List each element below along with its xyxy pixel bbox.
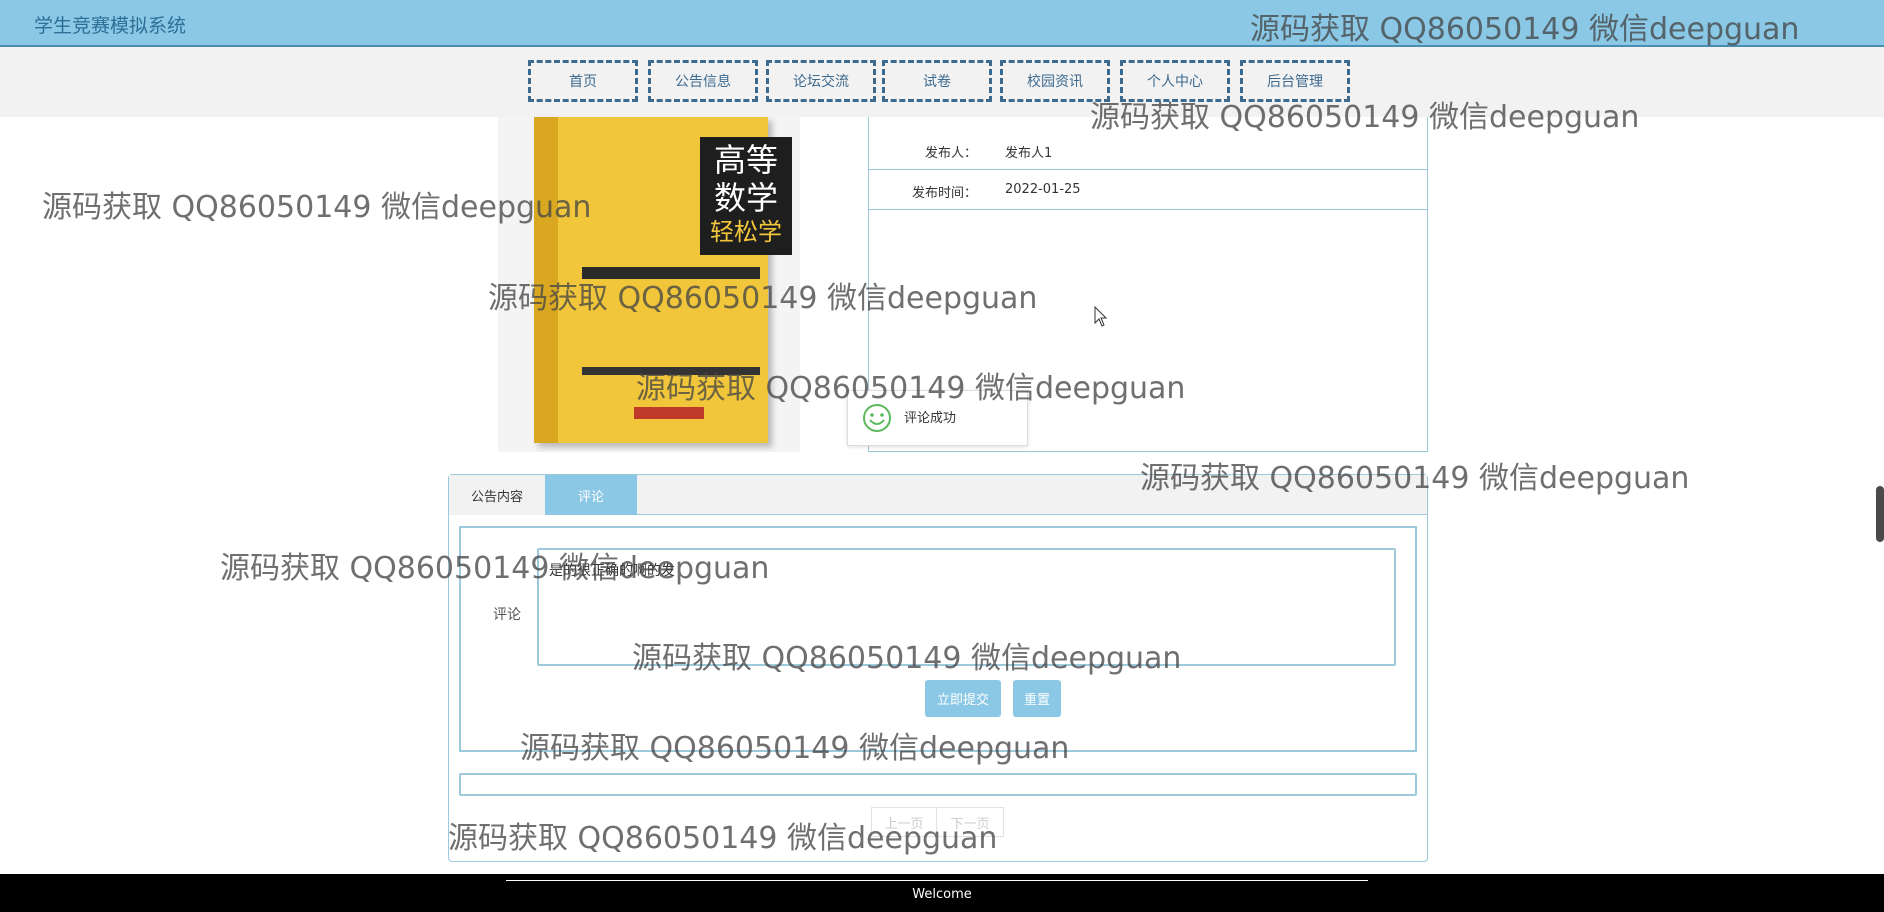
top-header-bar: 学生竞赛模拟系统 — [0, 0, 1884, 47]
content-tab-panel: 公告内容 评论 评论 是的很正确的啊的发 立即提交 重置 上一页 下一页 — [448, 474, 1428, 862]
nav-exam-papers[interactable]: 试卷 — [882, 60, 992, 102]
announcement-image: 高等 数学 轻松学 — [498, 117, 800, 452]
nav-campus-news[interactable]: 校园资讯 — [1000, 60, 1110, 102]
info-row-time: 发布时间： 2022-01-25 — [869, 170, 1427, 210]
submit-button[interactable]: 立即提交 — [925, 680, 1001, 717]
success-toast: 评论成功 — [847, 390, 1028, 446]
info-row-publisher: 发布人： 发布人1 — [869, 130, 1427, 170]
mouse-pointer-icon — [1094, 306, 1108, 327]
comment-list — [459, 773, 1417, 796]
nav-forum[interactable]: 论坛交流 — [766, 60, 876, 102]
comment-form: 评论 是的很正确的啊的发 立即提交 重置 — [459, 526, 1417, 752]
toast-message: 评论成功 — [904, 411, 957, 426]
app-title: 学生竞赛模拟系统 — [34, 15, 187, 37]
book-cover-title: 高等 数学 轻松学 — [700, 137, 792, 255]
next-page-button[interactable]: 下一页 — [936, 807, 1004, 837]
book-cover: 高等 数学 轻松学 — [534, 117, 792, 443]
tab-bar: 公告内容 评论 — [449, 475, 1427, 515]
page-footer: Welcome — [0, 874, 1884, 912]
footer-divider — [506, 880, 1368, 881]
comment-textarea[interactable]: 是的很正确的啊的发 — [537, 548, 1396, 666]
main-navigation: 首页 公告信息 论坛交流 试卷 校园资讯 个人中心 后台管理 — [0, 47, 1884, 117]
nav-admin[interactable]: 后台管理 — [1240, 60, 1350, 102]
book-title-line-1: 高等 — [713, 141, 778, 179]
book-publisher-logo — [634, 407, 704, 419]
publisher-value: 发布人1 — [1005, 146, 1053, 161]
book-strip — [582, 367, 760, 375]
tab-announcement-content[interactable]: 公告内容 — [449, 475, 545, 515]
book-spine — [534, 117, 558, 443]
book-title-line-2: 数学 — [713, 179, 778, 217]
nav-personal-center[interactable]: 个人中心 — [1120, 60, 1230, 102]
footer-text: Welcome — [912, 887, 972, 902]
smile-icon — [863, 404, 891, 432]
time-label: 发布时间： — [911, 186, 977, 201]
tab-comments[interactable]: 评论 — [545, 475, 637, 515]
nav-announcements[interactable]: 公告信息 — [648, 60, 758, 102]
nav-home[interactable]: 首页 — [528, 60, 638, 102]
reset-button[interactable]: 重置 — [1013, 680, 1061, 717]
prev-page-button[interactable]: 上一页 — [871, 807, 937, 837]
book-subtitle: 轻松学 — [710, 218, 782, 246]
comment-label: 评论 — [493, 607, 521, 623]
publisher-label: 发布人： — [924, 146, 977, 161]
time-value: 2022-01-25 — [1005, 182, 1081, 197]
scrollbar-thumb[interactable] — [1876, 486, 1884, 542]
book-banner — [582, 267, 760, 279]
